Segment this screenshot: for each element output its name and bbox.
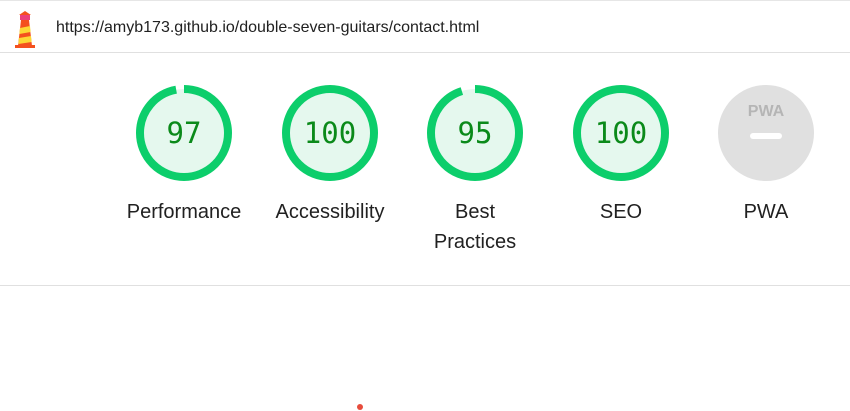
gauge-seo[interactable]: 100 SEO [556,83,686,227]
page-url[interactable]: https://amyb173.github.io/double-seven-g… [56,19,479,37]
lighthouse-logo-icon [15,11,35,48]
accessibility-score: 100 [303,116,357,150]
status-dot [357,404,363,410]
best-practices-label: Best Practices [433,201,517,253]
gauge-performance[interactable]: 97 Performance [119,83,249,227]
pwa-badge-text: PWA [748,103,785,120]
report-header: https://amyb173.github.io/double-seven-g… [0,0,850,53]
gauge-accessibility[interactable]: 100 Accessibility [265,83,395,227]
section-divider [0,285,850,286]
pwa-badge-icon: PWA [718,85,814,181]
score-gauges: 97 Performance 100 Accessibility 95 Best… [0,53,850,285]
performance-score: 97 [166,116,202,150]
performance-label: Performance [126,201,242,223]
best-practices-score: 95 [457,116,493,150]
seo-score: 100 [594,116,648,150]
accessibility-label: Accessibility [275,201,385,223]
seo-label: SEO [599,201,643,223]
gauge-pwa[interactable]: PWA PWA [701,83,831,227]
gauge-best-practices[interactable]: 95 Best Practices [410,83,540,257]
pwa-label: PWA [743,201,789,223]
